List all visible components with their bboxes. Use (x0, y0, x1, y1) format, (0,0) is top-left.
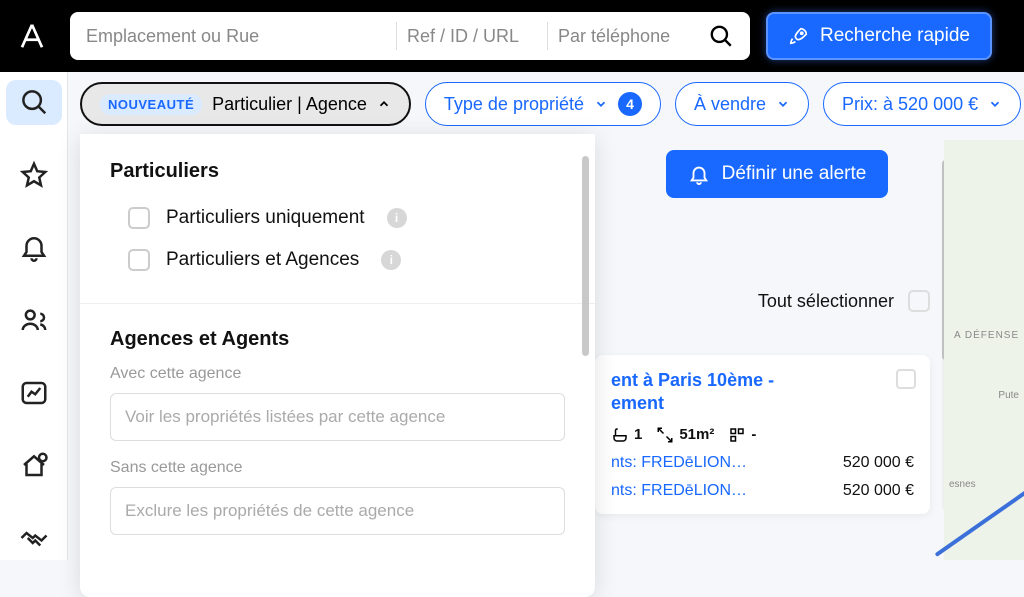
checkbox[interactable] (128, 207, 150, 229)
alert-label: Définir une alerte (722, 163, 867, 185)
result-card[interactable]: ent à Paris 10ème -ement 1 51m² - nts: F… (595, 355, 930, 514)
seller-filter-pill[interactable]: NOUVEAUTÉ Particulier | Agence (80, 82, 411, 126)
ref-input[interactable] (407, 26, 537, 47)
new-badge: NOUVEAUTÉ (100, 94, 202, 115)
bell-icon (19, 232, 49, 262)
seller-filter-label: Particulier | Agence (212, 94, 367, 115)
search-bar (70, 12, 750, 60)
chevron-down-icon (776, 97, 790, 111)
star-icon (19, 160, 49, 190)
bath-icon (611, 426, 629, 444)
listing-price: 520 000 € (843, 482, 914, 500)
listing-agent-link[interactable]: nts: FREDēLION… (611, 454, 747, 472)
divider (547, 22, 548, 50)
handshake-icon (19, 523, 49, 553)
transaction-label: À vendre (694, 94, 766, 115)
info-icon[interactable]: i (381, 250, 401, 270)
map-label: esnes (949, 479, 976, 490)
location-input[interactable] (86, 26, 386, 47)
spec-area: 51m² (656, 426, 714, 444)
app-logo (10, 14, 54, 58)
people-icon (19, 305, 49, 335)
rail-search[interactable] (6, 80, 62, 125)
quick-search-button[interactable]: Recherche rapide (766, 12, 992, 60)
select-all-row: Tout sélectionner (620, 290, 930, 312)
chevron-down-icon (988, 97, 1002, 111)
dropdown-section-title: Agences et Agents (110, 328, 565, 351)
area-icon (656, 426, 674, 444)
select-all-label: Tout sélectionner (758, 291, 894, 312)
seller-filter-dropdown: Particuliers Particuliers uniquement i P… (80, 134, 595, 597)
spec-bath: 1 (611, 426, 642, 444)
map-panel[interactable]: A DÉFENSE Pute esnes (944, 140, 1024, 560)
checkbox[interactable] (128, 249, 150, 271)
divider (80, 303, 595, 304)
map-label: Pute (998, 390, 1019, 401)
rocket-icon (788, 25, 810, 47)
rooms-icon (728, 426, 746, 444)
with-agency-input[interactable] (110, 393, 565, 441)
dropdown-scrollbar[interactable] (582, 156, 589, 356)
option-label: Particuliers et Agences (166, 249, 359, 271)
top-bar: Recherche rapide (0, 0, 1024, 72)
card-checkbox[interactable] (896, 369, 916, 389)
rail-home-alert[interactable] (6, 443, 62, 488)
set-alert-button[interactable]: Définir une alerte (666, 150, 889, 198)
info-icon[interactable]: i (387, 208, 407, 228)
select-all-checkbox[interactable] (908, 290, 930, 312)
without-agency-input[interactable] (110, 487, 565, 535)
spec-rooms: - (728, 426, 756, 444)
price-label: Prix: à 520 000 € (842, 94, 978, 115)
rail-partnerships[interactable] (6, 515, 62, 560)
listing-agent-link[interactable]: nts: FREDēLION… (611, 482, 747, 500)
listing-row: nts: FREDēLION… 520 000 € (611, 454, 914, 472)
rail-favorites[interactable] (6, 153, 62, 198)
rail-contacts[interactable] (6, 298, 62, 343)
card-title[interactable]: ent à Paris 10ème -ement (611, 369, 914, 416)
option-private-only[interactable]: Particuliers uniquement i (110, 197, 565, 239)
map-label: A DÉFENSE (954, 330, 1019, 341)
card-specs: 1 51m² - (611, 426, 914, 444)
divider (396, 22, 397, 50)
phone-input[interactable] (558, 26, 708, 47)
rail-alerts[interactable] (6, 225, 62, 270)
quick-search-label: Recherche rapide (820, 25, 970, 47)
filter-count-badge: 4 (618, 92, 642, 116)
option-label: Particuliers uniquement (166, 207, 365, 229)
listing-price: 520 000 € (843, 454, 914, 472)
search-icon (19, 87, 49, 117)
home-badge-icon (19, 450, 49, 480)
left-rail (0, 72, 68, 560)
price-pill[interactable]: Prix: à 520 000 € (823, 82, 1021, 126)
without-agency-label: Sans cette agence (110, 459, 565, 477)
map-road (935, 479, 1024, 557)
filter-bar: NOUVEAUTÉ Particulier | Agence Type de p… (80, 82, 1014, 126)
with-agency-label: Avec cette agence (110, 365, 565, 383)
search-button[interactable] (708, 23, 734, 49)
option-private-and-agency[interactable]: Particuliers et Agences i (110, 239, 565, 281)
search-icon (708, 23, 734, 49)
bell-icon (688, 163, 710, 185)
listing-row: nts: FREDēLION… 520 000 € (611, 482, 914, 500)
chart-icon (19, 378, 49, 408)
property-type-label: Type de propriété (444, 94, 584, 115)
rail-stats[interactable] (6, 370, 62, 415)
chevron-down-icon (594, 97, 608, 111)
transaction-pill[interactable]: À vendre (675, 82, 809, 126)
dropdown-section-title: Particuliers (110, 160, 565, 183)
chevron-up-icon (377, 97, 391, 111)
property-type-pill[interactable]: Type de propriété 4 (425, 82, 661, 126)
